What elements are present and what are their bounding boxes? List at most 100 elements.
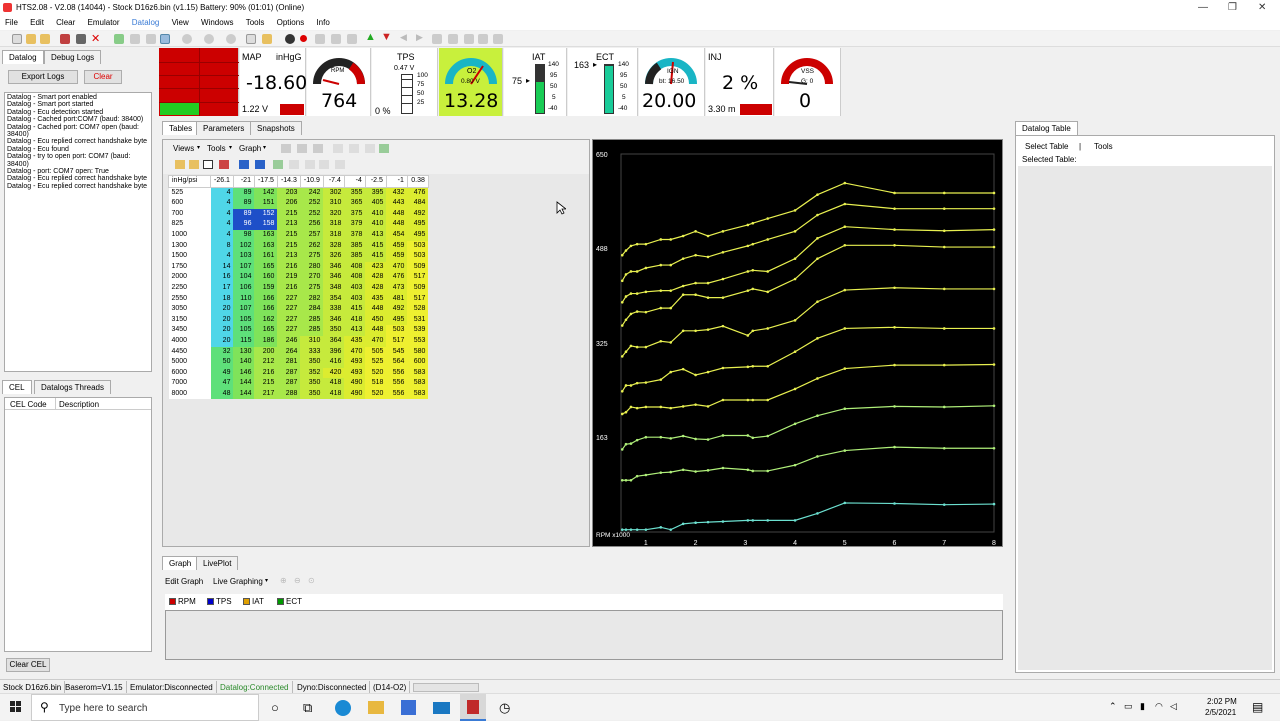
table-cell[interactable]: 580 — [407, 346, 429, 358]
clear-logs-button[interactable]: Clear — [84, 70, 122, 84]
table-cell[interactable]: 310 — [323, 198, 345, 209]
legend-ect[interactable]: ECT — [286, 597, 302, 606]
column-header[interactable]: -2.5 — [364, 175, 387, 188]
table-cell[interactable]: 49 — [210, 367, 234, 379]
table-grid-icon[interactable] — [365, 144, 375, 153]
table-cell[interactable]: 215 — [277, 229, 301, 241]
column-header[interactable]: -1 — [385, 175, 408, 188]
table-cell[interactable]: 18 — [210, 293, 234, 305]
row-header[interactable]: 3050 — [168, 304, 211, 315]
table-cell[interactable]: 4 — [210, 219, 234, 230]
table-cell[interactable]: 408 — [344, 261, 366, 273]
save-icon[interactable] — [60, 34, 70, 44]
menu-options[interactable]: Options — [272, 16, 310, 30]
table-cell[interactable]: 410 — [365, 208, 387, 220]
mail-icon[interactable] — [433, 702, 450, 714]
edge-icon[interactable] — [335, 700, 351, 716]
table-cell[interactable]: 115 — [233, 335, 255, 347]
checkmark-icon[interactable] — [160, 34, 170, 44]
clock-date[interactable]: 2/5/2021 — [1205, 708, 1236, 717]
table-cell[interactable]: 403 — [344, 282, 366, 294]
table-cell[interactable]: 454 — [386, 229, 408, 241]
table-cell[interactable]: 310 — [300, 335, 324, 347]
table-cell[interactable]: 520 — [365, 388, 387, 400]
table-cell[interactable]: 320 — [323, 208, 345, 220]
row-header[interactable]: 3150 — [168, 314, 211, 326]
table-cell[interactable]: 152 — [254, 208, 278, 220]
table-cell[interactable]: 418 — [344, 314, 366, 326]
table-cell[interactable]: 531 — [407, 314, 429, 326]
fuel-table[interactable]: inHg/psi -26.1 -21 -17.5 -14.3 -10.9 -7.4 -4 -2.… — [168, 175, 429, 400]
af-target-icon[interactable] — [319, 160, 329, 169]
table-cell[interactable]: 213 — [277, 219, 301, 230]
table-cell[interactable]: 102 — [233, 240, 255, 252]
table-cell[interactable]: 432 — [386, 187, 408, 199]
table-cell[interactable]: 413 — [344, 325, 366, 336]
cel-list[interactable]: CEL Code Description — [4, 397, 152, 652]
table-cell[interactable]: 257 — [300, 229, 324, 241]
table-cell[interactable]: 47 — [210, 378, 234, 389]
chip-icon[interactable] — [76, 34, 86, 44]
volume-icon[interactable]: ◁ — [1170, 701, 1177, 712]
menu-edit[interactable]: Edit — [25, 16, 49, 30]
table-cell[interactable]: 364 — [323, 335, 345, 347]
tab-graph[interactable]: Graph — [162, 556, 199, 570]
table-cell[interactable]: 50 — [210, 357, 234, 368]
table-cell[interactable]: 346 — [323, 272, 345, 283]
fuel-3d-chart[interactable]: 1 2 3 4 5 6 7 8 650 488 325 163 RPM x1000 — [592, 139, 1003, 547]
tab-datalogs-threads[interactable]: Datalogs Threads — [34, 380, 111, 394]
pause-icon[interactable] — [315, 34, 325, 44]
table-cell[interactable]: 160 — [254, 272, 278, 283]
select-table-menu[interactable]: Select Table — [1025, 142, 1068, 151]
table-cell[interactable]: 252 — [300, 198, 324, 209]
table-cell[interactable]: 503 — [386, 325, 408, 336]
table-cell[interactable]: 159 — [254, 282, 278, 294]
table-cell[interactable]: 227 — [277, 293, 301, 305]
menu-info[interactable]: Info — [311, 16, 334, 30]
table-cell[interactable]: 517 — [386, 335, 408, 347]
table-cell[interactable]: 326 — [323, 251, 345, 262]
table-cell[interactable]: 144 — [233, 378, 255, 389]
table-cell[interactable]: 206 — [277, 198, 301, 209]
table-cell[interactable]: 252 — [300, 208, 324, 220]
clear-cel-button[interactable]: Clear CEL — [6, 658, 50, 672]
table-cell[interactable]: 503 — [407, 240, 429, 252]
stop-icon[interactable] — [331, 34, 341, 44]
table-cell[interactable]: 151 — [254, 198, 278, 209]
table-cell[interactable]: 583 — [407, 378, 429, 389]
table-cell[interactable]: 287 — [277, 378, 301, 389]
table-cell[interactable]: 105 — [233, 314, 255, 326]
record-stop-icon[interactable] — [285, 34, 295, 44]
table-cell[interactable]: 318 — [323, 219, 345, 230]
table-cell[interactable]: 418 — [323, 388, 345, 400]
table-cell[interactable]: 89 — [233, 208, 255, 220]
column-header[interactable]: -17.5 — [253, 175, 278, 188]
redo-icon[interactable] — [204, 34, 214, 44]
table-cell[interactable]: 470 — [344, 346, 366, 358]
table-cell[interactable]: 518 — [365, 378, 387, 389]
table-cell[interactable]: 450 — [365, 314, 387, 326]
row-header[interactable]: 5000 — [168, 357, 211, 368]
table-cell[interactable]: 96 — [233, 219, 255, 230]
table-cell[interactable]: 270 — [300, 272, 324, 283]
taskbar-search[interactable]: ⚲ Type here to search — [31, 694, 259, 721]
table-cell[interactable]: 8 — [210, 240, 234, 252]
table-cell[interactable]: 281 — [277, 357, 301, 368]
table-cell[interactable]: 264 — [277, 346, 301, 358]
new-file-icon[interactable] — [12, 34, 22, 44]
table-cell[interactable]: 161 — [254, 251, 278, 262]
table-cell[interactable]: 481 — [386, 293, 408, 305]
table-cell[interactable]: 20 — [210, 325, 234, 336]
table-cell[interactable]: 144 — [233, 388, 255, 400]
table-1-icon[interactable] — [239, 160, 249, 169]
table-cell[interactable]: 556 — [386, 367, 408, 379]
table-cell[interactable]: 525 — [365, 357, 387, 368]
table-cell[interactable]: 423 — [365, 261, 387, 273]
table-cell[interactable]: 166 — [254, 293, 278, 305]
chart-icon[interactable] — [273, 160, 283, 169]
table-cell[interactable]: 350 — [300, 357, 324, 368]
af-correction-icon[interactable] — [305, 160, 315, 169]
menu-emulator[interactable]: Emulator — [83, 16, 125, 30]
views-menu[interactable]: Views — [173, 144, 194, 153]
table-cell[interactable]: 379 — [344, 219, 366, 230]
